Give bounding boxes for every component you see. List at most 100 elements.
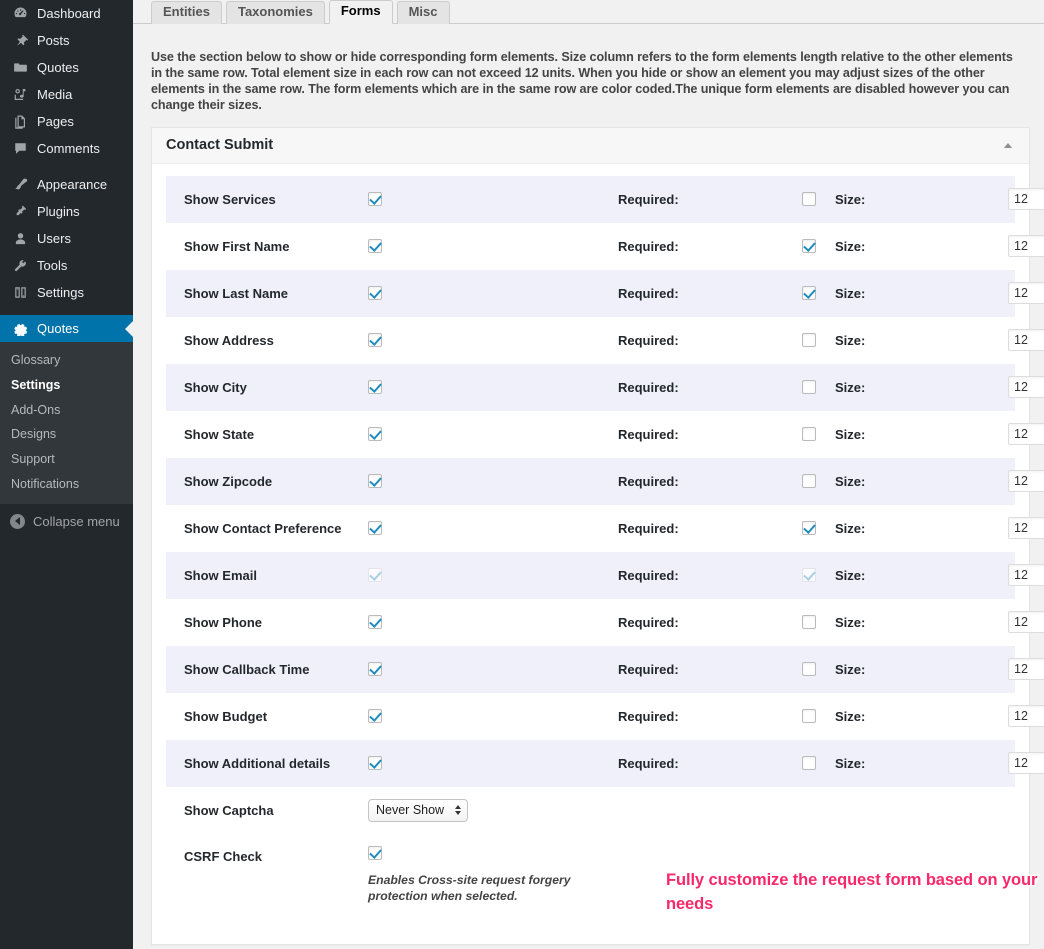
show-checkbox[interactable]: [368, 286, 382, 301]
sidebar-item-users[interactable]: Users: [0, 225, 133, 252]
sidebar-menu-secondary: Appearance Plugins Users Tools Settings: [0, 171, 133, 306]
required-checkbox[interactable]: [802, 286, 816, 301]
submenu-item-glossary[interactable]: Glossary: [0, 348, 133, 373]
sidebar-item-plugins[interactable]: Plugins: [0, 198, 133, 225]
tab-forms[interactable]: Forms: [328, 0, 393, 24]
show-checkbox[interactable]: [368, 521, 382, 536]
size-input[interactable]: [1008, 235, 1044, 258]
tab-taxonomies[interactable]: Taxonomies: [225, 1, 325, 24]
show-checkbox[interactable]: [368, 333, 382, 348]
sliders-icon: [10, 285, 30, 300]
sidebar-item-quotes-top[interactable]: Quotes: [0, 54, 133, 81]
required-label: Required:: [618, 520, 679, 536]
sidebar-item-pages[interactable]: Pages: [0, 108, 133, 135]
size-input[interactable]: [1008, 611, 1044, 634]
required-checkbox[interactable]: [802, 380, 816, 395]
table-row: Show Phone Required: Size:: [166, 599, 1044, 646]
gear-icon: [10, 321, 30, 336]
show-checkbox[interactable]: [368, 709, 382, 724]
show-cell: [368, 662, 618, 677]
required-checkbox[interactable]: [802, 192, 816, 207]
show-checkbox[interactable]: [368, 474, 382, 489]
size-input[interactable]: [1008, 564, 1044, 587]
size-input[interactable]: [1008, 423, 1044, 446]
size-label: Size:: [835, 285, 866, 301]
tab-entities[interactable]: Entities: [151, 1, 222, 24]
show-cell: [368, 427, 618, 442]
sidebar-item-appearance[interactable]: Appearance: [0, 171, 133, 198]
show-checkbox[interactable]: [368, 615, 382, 630]
show-checkbox[interactable]: [368, 427, 382, 442]
submenu-item-designs[interactable]: Designs: [0, 422, 133, 447]
required-checkbox[interactable]: [802, 239, 816, 254]
size-label: Size:: [835, 520, 866, 536]
required-checkbox[interactable]: [802, 521, 816, 536]
required-label: Required:: [618, 473, 679, 489]
main-content: Entities Taxonomies Forms Misc Use the sect…: [133, 0, 1044, 949]
sidebar-item-posts[interactable]: Posts: [0, 27, 133, 54]
size-input[interactable]: [1008, 282, 1044, 305]
required-cell: [802, 380, 828, 395]
row-label: Show Zipcode: [184, 473, 273, 489]
size-cell: [1008, 611, 1044, 634]
table-row: Show First Name Required: Size:: [166, 223, 1044, 270]
annotation-callout: Fully customize the request form based o…: [666, 870, 1038, 913]
tab-misc[interactable]: Misc: [396, 1, 450, 24]
size-cell: [1008, 376, 1044, 399]
size-cell: [1008, 705, 1044, 728]
required-checkbox[interactable]: [802, 709, 816, 724]
required-cell: [802, 192, 828, 207]
show-cell: [368, 380, 618, 395]
size-label: Size:: [835, 426, 866, 442]
user-icon: [10, 231, 30, 246]
show-cell: [368, 756, 618, 771]
sidebar-item-settings[interactable]: Settings: [0, 279, 133, 306]
required-cell: [802, 709, 828, 724]
size-input[interactable]: [1008, 658, 1044, 681]
required-checkbox[interactable]: [802, 662, 816, 677]
submenu-item-add-ons[interactable]: Add-Ons: [0, 398, 133, 423]
sidebar-item-media[interactable]: Media: [0, 81, 133, 108]
submenu-item-settings[interactable]: Settings: [0, 373, 133, 398]
comment-icon: [10, 141, 30, 156]
show-captcha-label: Show Captcha: [184, 802, 274, 818]
size-cell: [1008, 564, 1044, 587]
sidebar-item-label: Comments: [37, 141, 100, 156]
show-cell: [368, 474, 618, 489]
collapse-menu-button[interactable]: Collapse menu: [0, 508, 133, 535]
sidebar-item-dashboard[interactable]: Dashboard: [0, 0, 133, 27]
show-checkbox[interactable]: [368, 662, 382, 677]
required-checkbox[interactable]: [802, 756, 816, 771]
show-checkbox[interactable]: [368, 239, 382, 254]
size-input[interactable]: [1008, 329, 1044, 352]
required-checkbox[interactable]: [802, 615, 816, 630]
show-checkbox[interactable]: [368, 756, 382, 771]
show-checkbox[interactable]: [368, 380, 382, 395]
sidebar-item-comments[interactable]: Comments: [0, 135, 133, 162]
table-row: Show State Required: Size:: [166, 411, 1044, 458]
size-input[interactable]: [1008, 752, 1044, 775]
size-input[interactable]: [1008, 376, 1044, 399]
panel-title: Contact Submit: [166, 137, 274, 154]
submenu-item-notifications[interactable]: Notifications: [0, 472, 133, 497]
required-checkbox[interactable]: [802, 474, 816, 489]
sidebar-item-tools[interactable]: Tools: [0, 252, 133, 279]
panel-header[interactable]: Contact Submit: [152, 127, 1029, 164]
show-checkbox[interactable]: [368, 192, 382, 207]
size-input[interactable]: [1008, 705, 1044, 728]
submenu-item-support[interactable]: Support: [0, 447, 133, 472]
size-input[interactable]: [1008, 188, 1044, 211]
captcha-select[interactable]: Never Show: [368, 798, 468, 822]
size-input[interactable]: [1008, 517, 1044, 540]
sidebar-divider: [0, 162, 133, 171]
csrf-check-checkbox[interactable]: [368, 845, 382, 860]
required-checkbox[interactable]: [802, 427, 816, 442]
row-label: Show Email: [184, 567, 257, 583]
sidebar-item-quotes[interactable]: Quotes: [0, 315, 133, 342]
row-label: Show Budget: [184, 708, 268, 724]
size-input[interactable]: [1008, 470, 1044, 493]
size-label: Size:: [835, 755, 866, 771]
required-checkbox[interactable]: [802, 333, 816, 348]
show-cell: [368, 709, 618, 724]
caret-up-icon[interactable]: [999, 136, 1017, 154]
